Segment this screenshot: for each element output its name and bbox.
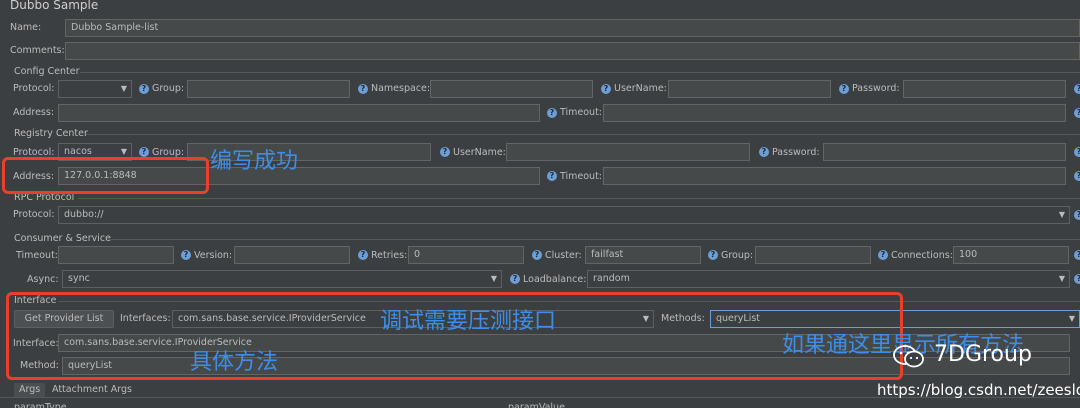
- cs-version-field[interactable]: [234, 246, 350, 264]
- cs-async-value: sync: [68, 273, 90, 284]
- rc-username-field[interactable]: [506, 143, 750, 161]
- help-icon[interactable]: ?: [358, 84, 368, 94]
- help-icon[interactable]: ?: [139, 147, 149, 157]
- help-icon[interactable]: ?: [181, 250, 191, 260]
- name-label: Name:: [10, 22, 42, 33]
- comments-field[interactable]: [65, 42, 1080, 60]
- cc-namespace-label: Namespace:: [371, 83, 431, 94]
- cs-group-field[interactable]: [755, 246, 871, 264]
- help-icon[interactable]: ?: [1074, 84, 1080, 94]
- wechat-icon: [893, 344, 925, 370]
- help-icon[interactable]: ?: [358, 250, 368, 260]
- config-center-title: Config Center: [14, 66, 80, 77]
- cc-group-label: Group:: [152, 83, 185, 94]
- annotation-interface-to-test: 调试需要压测接口: [380, 309, 557, 334]
- chevron-down-icon: ▼: [1068, 314, 1075, 323]
- help-icon[interactable]: ?: [1074, 171, 1080, 181]
- cc-address-label: Address:: [13, 107, 55, 118]
- rc-timeout-label: Timeout:: [560, 171, 603, 182]
- rc-timeout-field[interactable]: [603, 167, 1066, 185]
- chevron-down-icon: ▼: [490, 274, 497, 283]
- consumer-service-divider: [108, 239, 1080, 240]
- cc-timeout-label: Timeout:: [560, 107, 603, 118]
- cc-address-field[interactable]: [58, 104, 540, 122]
- cs-loadbalance-label: Loadbalance:: [523, 274, 587, 285]
- annotation-specific-method: 具体方法: [190, 350, 279, 375]
- cs-connections-label: Connections:: [891, 250, 953, 261]
- cc-password-label: Password:: [852, 83, 900, 94]
- cc-username-field[interactable]: [668, 80, 831, 98]
- help-icon[interactable]: ?: [547, 108, 557, 118]
- cc-protocol-select[interactable]: ▼: [58, 80, 132, 98]
- window-title: Dubbo Sample: [10, 0, 99, 12]
- cs-timeout-field[interactable]: [58, 246, 174, 264]
- consumer-service-title: Consumer & Service: [14, 233, 111, 244]
- rpc-protocol-divider: [78, 198, 1080, 199]
- cs-async-select[interactable]: sync ▼: [62, 270, 502, 288]
- rpc-protocol-label: Protocol:: [13, 209, 55, 220]
- help-icon[interactable]: ?: [1074, 274, 1080, 284]
- help-icon[interactable]: ?: [839, 84, 849, 94]
- cs-cluster-label: Cluster:: [545, 250, 582, 261]
- rpc-protocol-value: dubbo://: [64, 209, 104, 220]
- rpc-protocol-select[interactable]: dubbo:// ▼: [58, 206, 1070, 224]
- rc-protocol-value: nacos: [64, 146, 92, 157]
- cs-loadbalance-select[interactable]: random ▼: [587, 270, 1070, 288]
- help-icon[interactable]: ?: [1074, 210, 1080, 220]
- annotation-write-success: 编写成功: [210, 149, 299, 174]
- rc-password-field[interactable]: [823, 143, 1066, 161]
- registry-center-divider: [86, 134, 1080, 135]
- cs-retries-label: Retries:: [371, 250, 408, 261]
- cs-version-label: Version:: [194, 250, 233, 261]
- cs-group-label: Group:: [721, 250, 754, 261]
- rc-username-label: UserName:: [453, 147, 506, 158]
- tab-attachment-args[interactable]: Attachment Args: [47, 383, 137, 397]
- name-field[interactable]: Dubbo Sample-list: [65, 19, 1080, 37]
- cs-loadbalance-value: random: [593, 273, 630, 284]
- help-icon[interactable]: ?: [547, 171, 557, 181]
- watermark-brand: 7DGroup: [934, 342, 1032, 367]
- watermark-url: https://blog.csdn.net/zeeslo: [877, 381, 1080, 399]
- registry-center-title: Registry Center: [14, 128, 88, 139]
- help-icon[interactable]: ?: [510, 274, 520, 284]
- help-icon[interactable]: ?: [878, 250, 888, 260]
- cc-group-field[interactable]: [187, 80, 350, 98]
- chevron-down-icon: ▼: [1058, 210, 1065, 219]
- config-center-divider: [80, 72, 1080, 73]
- cc-password-field[interactable]: [903, 80, 1066, 98]
- cs-timeout-label: Timeout:: [16, 250, 59, 261]
- annotation-box-address: [2, 157, 209, 194]
- chevron-down-icon: ▼: [120, 84, 127, 93]
- help-icon[interactable]: ?: [1074, 108, 1080, 118]
- cs-connections-field[interactable]: 100: [953, 246, 1069, 264]
- cc-namespace-field[interactable]: [430, 80, 593, 98]
- comments-label: Comments:: [10, 45, 65, 56]
- help-icon[interactable]: ?: [1074, 147, 1080, 157]
- cs-async-label: Async:: [27, 274, 59, 285]
- help-icon[interactable]: ?: [139, 84, 149, 94]
- help-icon[interactable]: ?: [759, 147, 769, 157]
- help-icon[interactable]: ?: [708, 250, 718, 260]
- help-icon[interactable]: ?: [532, 250, 542, 260]
- tab-args[interactable]: Args: [14, 383, 46, 397]
- cc-timeout-field[interactable]: [603, 104, 1066, 122]
- rc-password-label: Password:: [772, 147, 820, 158]
- help-icon[interactable]: ?: [601, 84, 611, 94]
- help-icon[interactable]: ?: [1074, 250, 1080, 260]
- table-header-paramvalue: paramValue: [508, 402, 565, 408]
- cc-protocol-label: Protocol:: [13, 83, 55, 94]
- cc-username-label: UserName:: [614, 83, 667, 94]
- table-header-paramtype: paramType: [14, 402, 67, 408]
- help-icon[interactable]: ?: [440, 147, 450, 157]
- cs-retries-field[interactable]: 0: [408, 246, 524, 264]
- chevron-down-icon: ▼: [1058, 274, 1065, 283]
- cs-cluster-field[interactable]: failfast: [585, 246, 701, 264]
